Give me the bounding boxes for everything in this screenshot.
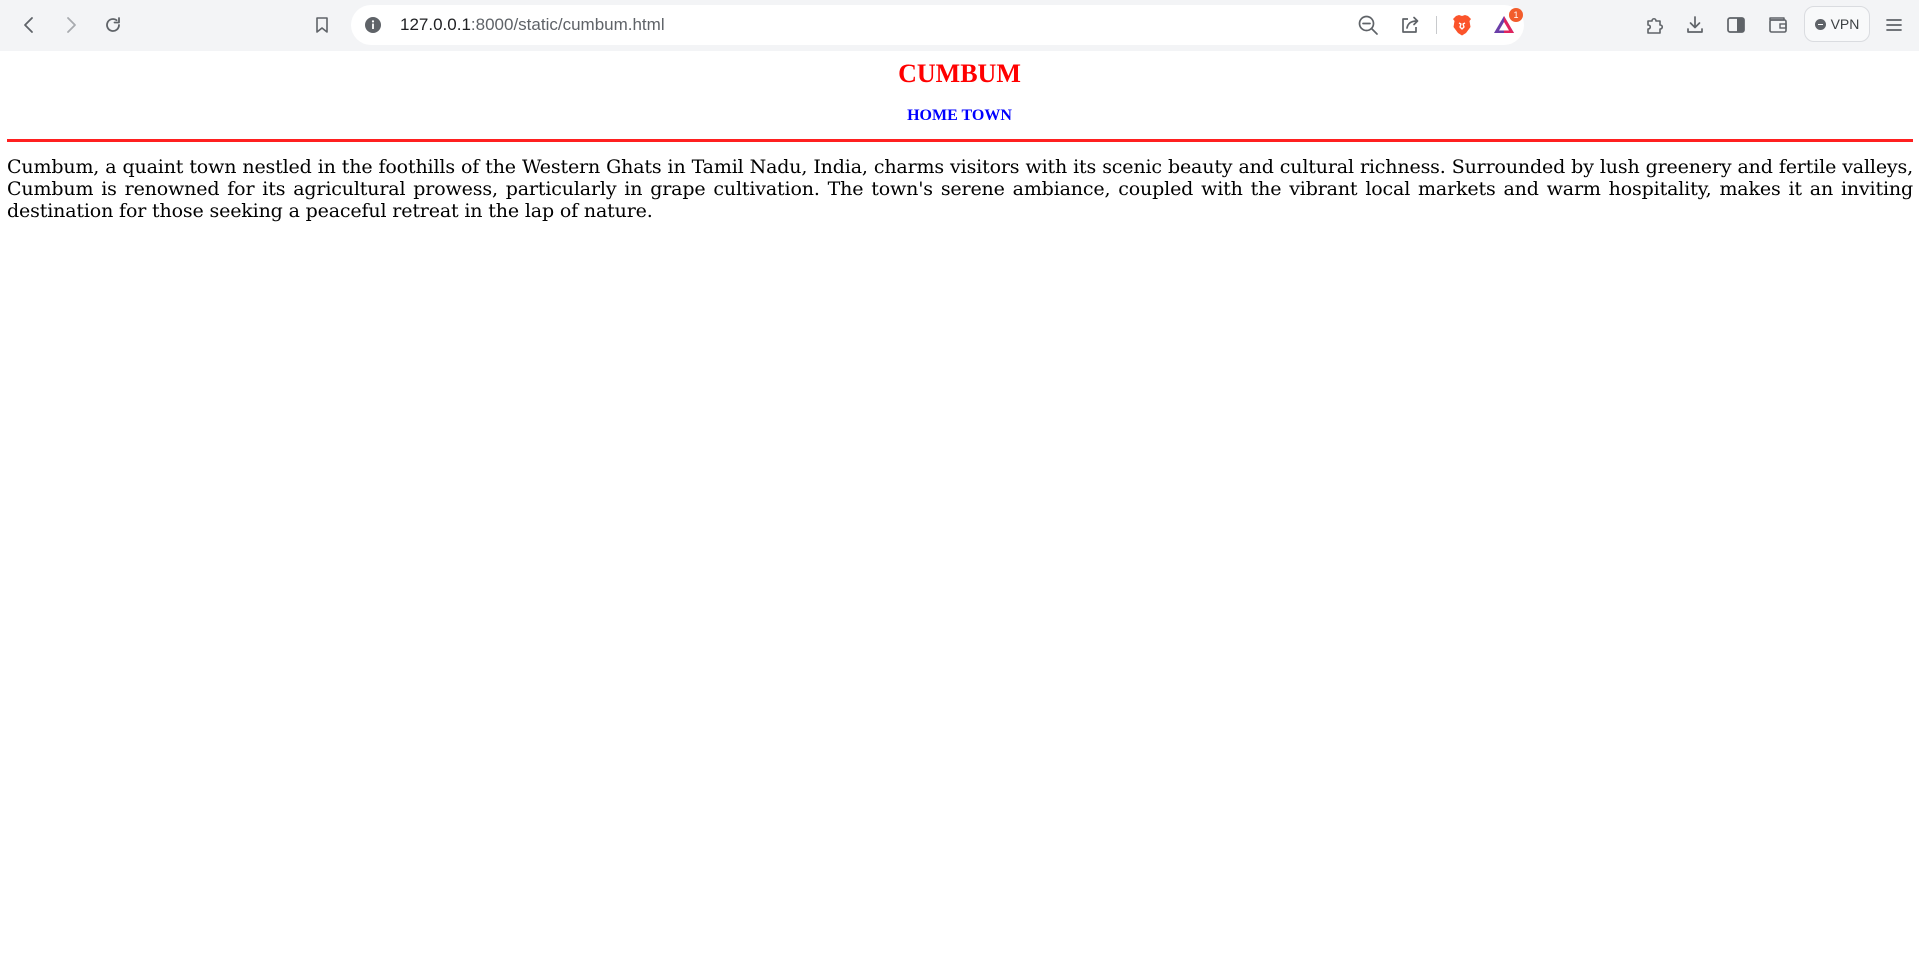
downloads-button[interactable] (1679, 9, 1711, 41)
horizontal-rule (7, 139, 1913, 142)
url-host: 127.0.0.1 (400, 15, 471, 34)
url-path: :8000/static/cumbum.html (470, 15, 665, 34)
back-button[interactable] (13, 9, 45, 41)
download-icon (1687, 16, 1703, 33)
sidebar-icon (1727, 17, 1745, 33)
web-page-content: CUMBUM HOME TOWN Cumbum, a quaint town n… (0, 51, 1919, 966)
puzzle-piece-icon (1647, 17, 1664, 34)
back-arrow-icon (24, 17, 33, 33)
wallet-icon (1769, 17, 1787, 33)
page-title: CUMBUM (898, 59, 1021, 88)
extensions-button[interactable] (1639, 9, 1671, 41)
forward-arrow-icon (67, 17, 76, 33)
address-bar-separator (1436, 16, 1437, 34)
share-button[interactable] (1397, 12, 1423, 38)
zoom-button[interactable] (1355, 12, 1381, 38)
hamburger-menu-icon (1886, 19, 1902, 31)
vpn-label: VPN (1830, 16, 1860, 32)
reload-icon (106, 17, 120, 32)
share-icon (1402, 16, 1419, 33)
bookmark-icon (316, 17, 328, 33)
page-subtitle: HOME TOWN (907, 107, 1012, 124)
vpn-status-icon (1814, 18, 1826, 30)
sidebar-button[interactable] (1720, 9, 1752, 41)
bookmark-button[interactable] (306, 9, 338, 41)
address-bar[interactable]: 127.0.0.1:8000/static/cumbum.html 1 (351, 5, 1524, 45)
forward-button[interactable] (55, 9, 87, 41)
main-menu-button[interactable] (1878, 9, 1910, 41)
zoom-out-icon (1358, 15, 1378, 35)
vpn-button[interactable]: VPN (1804, 6, 1870, 42)
url-text[interactable]: 127.0.0.1:8000/static/cumbum.html (400, 15, 665, 35)
info-icon (365, 17, 381, 33)
rewards-badge: 1 (1509, 8, 1523, 22)
description-paragraph: Cumbum, a quaint town nestled in the foo… (7, 156, 1913, 222)
reload-button[interactable] (97, 9, 129, 41)
browser-toolbar: 127.0.0.1:8000/static/cumbum.html 1 VPN (0, 0, 1919, 51)
brave-rewards-button[interactable]: 1 (1491, 8, 1523, 38)
wallet-button[interactable] (1762, 9, 1794, 41)
brave-shields-button[interactable] (1449, 12, 1475, 38)
site-info-button[interactable] (363, 15, 383, 35)
brave-lion-icon (1453, 15, 1471, 36)
